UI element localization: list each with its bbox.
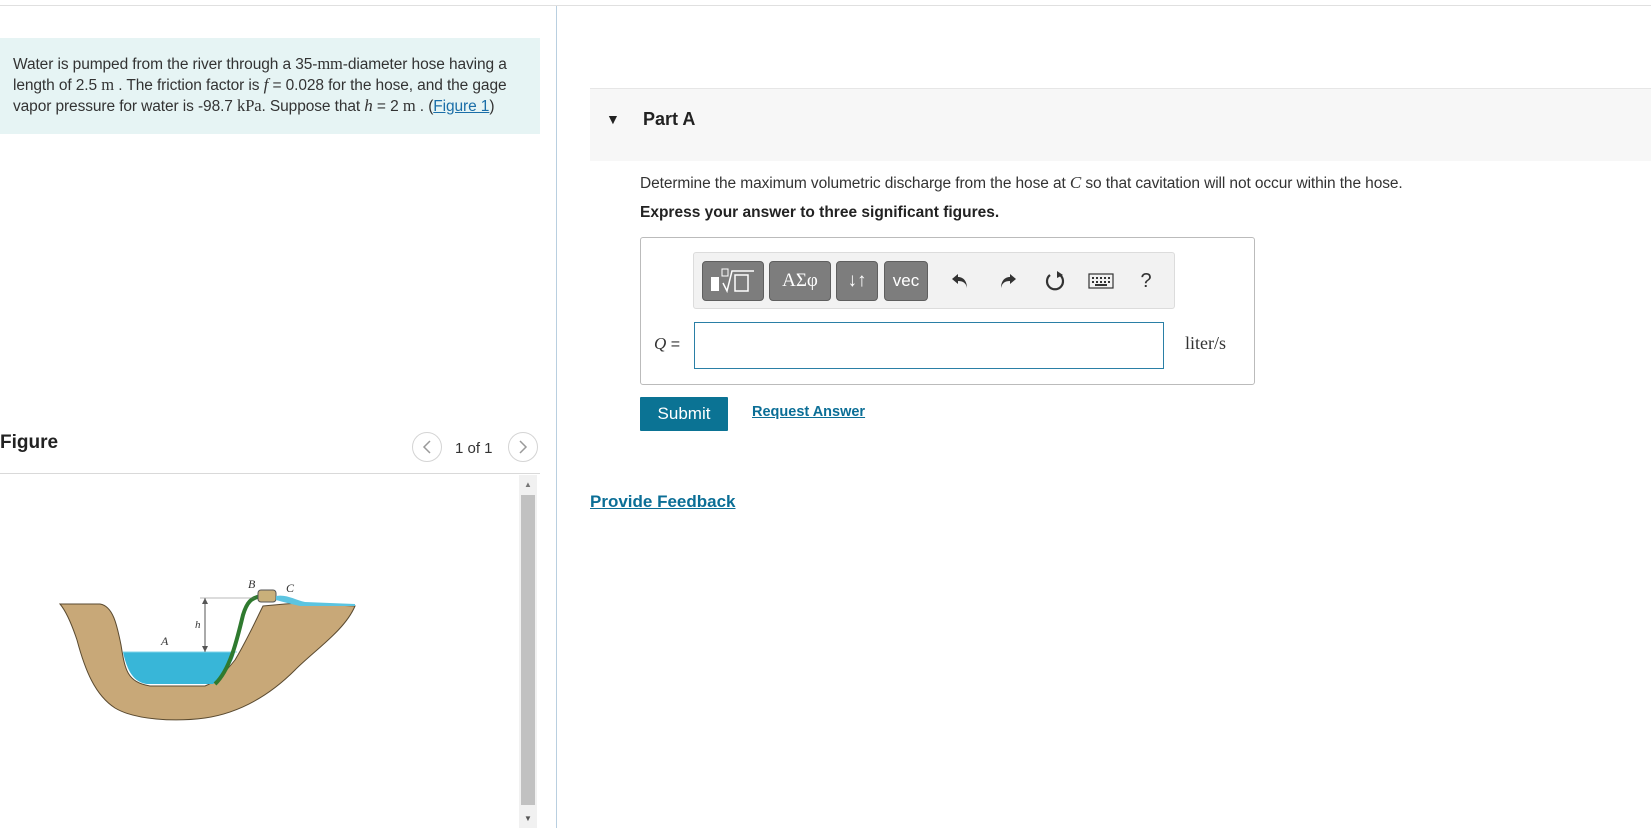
- question-text: Determine the maximum volumetric dischar…: [640, 173, 1403, 193]
- variable-c: C: [1069, 173, 1082, 192]
- unit-m: m: [101, 75, 114, 94]
- caret-down-icon[interactable]: ▼: [606, 111, 620, 127]
- equals-sign: =: [670, 336, 681, 353]
- answer-units: liter/s: [1185, 333, 1226, 353]
- problem-statement: Water is pumped from the river through a…: [0, 38, 540, 134]
- redo-icon: [1001, 274, 1016, 288]
- pump: [257, 589, 277, 603]
- submit-button[interactable]: Submit: [640, 397, 728, 431]
- templates-icon: [711, 268, 754, 294]
- redo-button[interactable]: [994, 267, 1022, 295]
- next-figure-button[interactable]: [508, 432, 538, 462]
- page-indicator: 1 of 1: [455, 440, 493, 457]
- keyboard-button[interactable]: [1086, 267, 1116, 295]
- undo-icon: [952, 274, 967, 288]
- help-button[interactable]: ?: [1134, 267, 1158, 295]
- chevron-left-icon: [422, 440, 431, 454]
- scroll-down-arrow-icon[interactable]: ▼: [519, 810, 537, 826]
- scrollbar-thumb[interactable]: [521, 495, 535, 805]
- request-answer-link[interactable]: Request Answer: [752, 404, 865, 420]
- figure-title: Figure: [0, 432, 59, 453]
- instruction-text: Express your answer to three significant…: [640, 204, 1000, 221]
- label-b: B: [248, 577, 256, 591]
- greek-symbols-button[interactable]: ΑΣφ: [769, 261, 831, 301]
- question-post: so that cavitation will not occur within…: [1085, 175, 1403, 192]
- problem-text: . Suppose that: [261, 98, 361, 115]
- scroll-up-arrow-icon[interactable]: ▲: [519, 476, 537, 492]
- question-pre: Determine the maximum volumetric dischar…: [640, 175, 1066, 192]
- label-c: C: [286, 581, 295, 595]
- reset-button[interactable]: [1041, 267, 1069, 295]
- keyboard-icon: [1088, 273, 1114, 289]
- h-arrow-bottom: [202, 646, 208, 652]
- unit-m: m: [402, 96, 416, 115]
- problem-text: ): [489, 98, 495, 115]
- figure-link[interactable]: Figure 1: [433, 98, 489, 115]
- variable-f: f: [263, 75, 269, 94]
- subscript-superscript-button[interactable]: ↓↑: [836, 261, 878, 301]
- problem-text: Water is pumped from the river through a…: [13, 56, 318, 73]
- problem-text: = 2: [376, 98, 399, 115]
- variable-h: h: [364, 96, 373, 115]
- top-border: [0, 5, 1651, 6]
- label-h: h: [195, 619, 201, 631]
- unit-mm: mm: [317, 54, 343, 73]
- prev-figure-button[interactable]: [412, 432, 442, 462]
- chevron-right-icon: [519, 440, 528, 454]
- problem-text: . (: [419, 98, 434, 115]
- answer-input[interactable]: [694, 322, 1164, 369]
- math-toolbar: ΑΣφ ↓↑ vec ?: [693, 252, 1175, 309]
- templates-button[interactable]: [702, 261, 764, 301]
- reset-icon: [1045, 271, 1065, 291]
- provide-feedback-link[interactable]: Provide Feedback: [590, 492, 736, 512]
- variable-q: Q: [654, 334, 667, 353]
- river-pump-figure: h A B C: [58, 577, 356, 721]
- answer-label: Q =: [654, 334, 680, 354]
- vector-button[interactable]: vec: [884, 261, 928, 301]
- part-a-header[interactable]: ▼ Part A: [590, 88, 1651, 161]
- problem-text: . The friction factor is: [118, 77, 260, 94]
- undo-button[interactable]: [946, 267, 974, 295]
- pane-divider: [556, 6, 557, 828]
- unit-kpa: kPa: [237, 96, 262, 115]
- h-arrow-top: [202, 598, 208, 604]
- part-title: Part A: [643, 109, 696, 129]
- label-a: A: [160, 634, 169, 648]
- figure-divider: [0, 473, 540, 474]
